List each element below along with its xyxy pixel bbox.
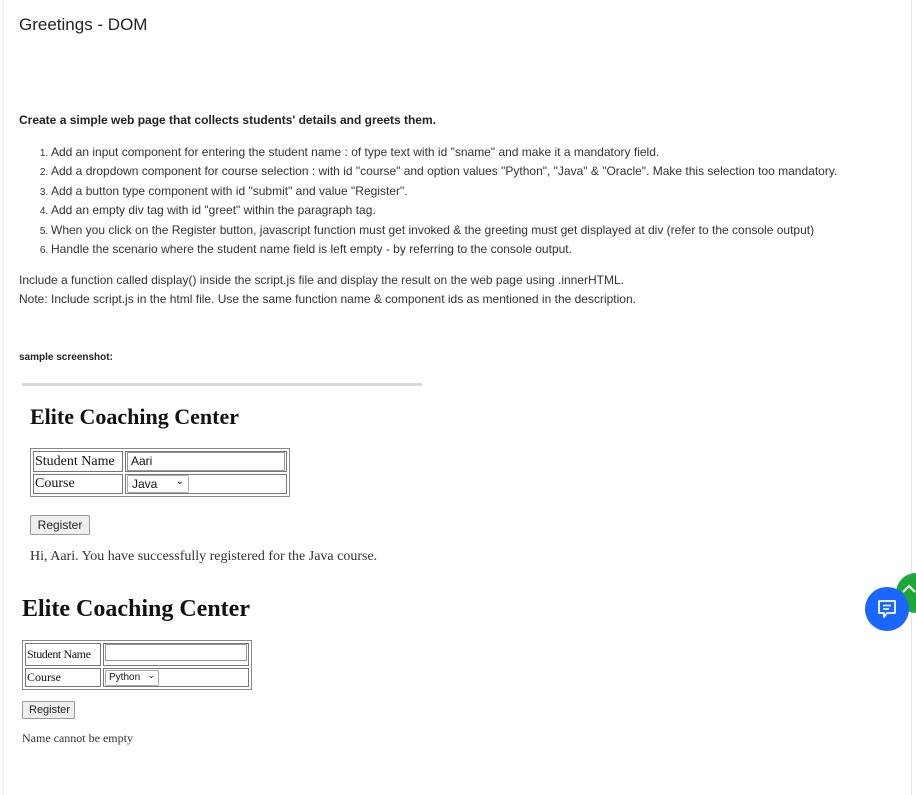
chat-icon [878, 600, 896, 618]
instructions-note: Include a function called display() insi… [19, 271, 636, 309]
chevron-down-icon: ⌄ [175, 476, 184, 487]
task-heading: Create a simple web page that collects s… [19, 113, 436, 127]
sample1-form-table: Student Name Aari Course Java ⌄ [30, 448, 290, 497]
sample-label: sample screenshot: [19, 352, 113, 363]
sample1-greeting: Hi, Aari. You have successfully register… [30, 549, 378, 564]
chat-button[interactable] [865, 587, 909, 631]
step-item: Add an input component for entering the … [51, 143, 837, 162]
sample2-register-button[interactable]: Register [22, 701, 75, 719]
note-line: Note: Include script.js in the html file… [19, 292, 636, 306]
steps-list: Add an input component for entering the … [19, 143, 837, 259]
course-label: Course [25, 668, 101, 687]
name-input[interactable]: Aari [127, 452, 285, 471]
course-value: Python [109, 672, 141, 683]
name-label: Student Name [33, 451, 123, 472]
name-input[interactable] [105, 644, 247, 661]
step-item: Handle the scenario where the student na… [51, 240, 837, 259]
step-item: Add an empty div tag with id "greet" wit… [51, 201, 837, 220]
sample1-register-button[interactable]: Register [30, 515, 90, 535]
name-label: Student Name [25, 643, 101, 666]
step-item: When you click on the Register button, j… [51, 221, 837, 240]
course-select[interactable]: Java ⌄ [127, 475, 189, 493]
course-select[interactable]: Python ⌄ [105, 670, 159, 686]
note-line: Include a function called display() insi… [19, 273, 624, 287]
divider [22, 383, 422, 386]
course-value: Java [132, 477, 158, 491]
course-label: Course [33, 474, 123, 494]
chevron-down-icon: ⌄ [147, 670, 155, 680]
sample2-error: Name cannot be empty [22, 731, 133, 745]
page-title: Greetings - DOM [19, 15, 148, 34]
sample2-heading: Elite Coaching Center [22, 596, 250, 622]
sample1-heading: Elite Coaching Center [30, 404, 239, 429]
sample2-form-table: Student Name Course Python ⌄ [22, 640, 252, 690]
step-item: Add a button type component with id "sub… [51, 182, 837, 201]
step-item: Add a dropdown component for course sele… [51, 162, 837, 181]
